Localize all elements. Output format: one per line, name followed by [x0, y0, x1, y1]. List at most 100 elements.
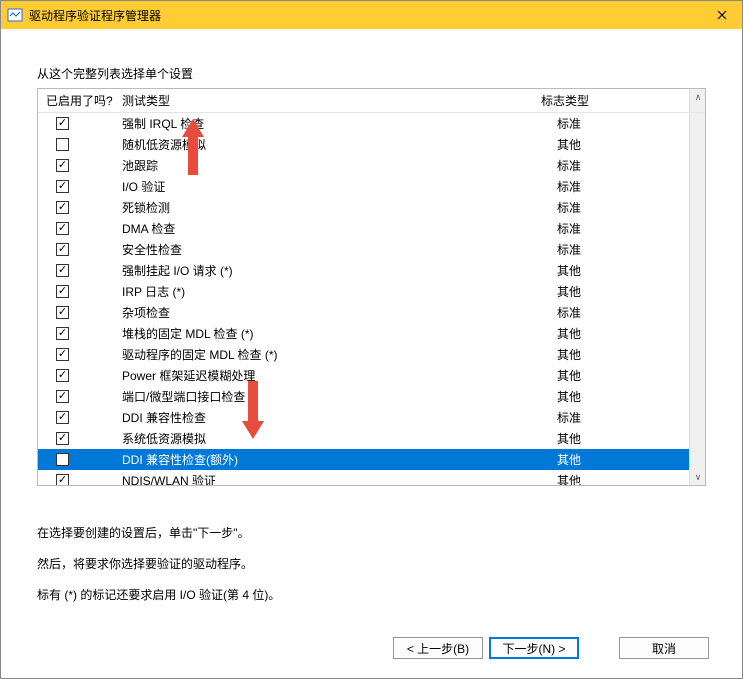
row-flag-type: 其他 — [557, 451, 705, 468]
help-line-1: 在选择要创建的设置后，单击"下一步"。 — [37, 518, 706, 549]
table-header: 已启用了吗? 测试类型 标志类型 ∧ — [38, 89, 705, 113]
scrollbar[interactable]: ∧ — [689, 89, 705, 112]
row-test-type: IRP 日志 (*) — [116, 283, 557, 300]
checkbox[interactable]: ✓ — [56, 306, 69, 319]
row-test-type: 随机低资源模拟 — [116, 136, 557, 153]
close-button[interactable] — [702, 1, 742, 29]
table-row[interactable]: ✓ 池跟踪标准 — [38, 155, 705, 176]
row-test-type: 强制 IRQL 检查 — [116, 115, 557, 132]
row-checkbox-cell — [38, 138, 116, 151]
table-row[interactable]: 随机低资源模拟其他 — [38, 134, 705, 155]
checkbox[interactable] — [56, 138, 69, 151]
table-row[interactable]: ✓I/O 验证标准 — [38, 176, 705, 197]
checkbox[interactable] — [56, 453, 69, 466]
checkbox[interactable]: ✓ — [56, 432, 69, 445]
table-row[interactable]: ✓ 死锁检测标准 — [38, 197, 705, 218]
column-test-type[interactable]: 测试类型 — [116, 92, 541, 109]
row-flag-type: 标准 — [557, 241, 705, 258]
row-test-type: I/O 验证 — [116, 178, 557, 195]
checkbox[interactable]: ✓ — [56, 348, 69, 361]
scroll-down-icon[interactable]: ∨ — [690, 469, 705, 485]
help-line-3: 标有 (*) 的标记还要求启用 I/O 验证(第 4 位)。 — [37, 580, 706, 611]
row-checkbox-cell: ✓ — [38, 285, 116, 298]
checkbox[interactable]: ✓ — [56, 243, 69, 256]
row-checkbox-cell: ✓ — [38, 348, 116, 361]
table-row[interactable]: ✓ 杂项检查标准 — [38, 302, 705, 323]
row-flag-type: 标准 — [557, 409, 705, 426]
table-row[interactable]: ✓ NDIS/WLAN 验证其他 — [38, 470, 705, 485]
scrollbar-track[interactable]: ∨ — [689, 113, 705, 485]
row-flag-type: 标准 — [557, 115, 705, 132]
column-enabled[interactable]: 已启用了吗? — [38, 92, 116, 109]
row-checkbox-cell: ✓ — [38, 474, 116, 485]
row-flag-type: 其他 — [557, 367, 705, 384]
row-test-type: NDIS/WLAN 验证 — [116, 472, 557, 485]
table-row[interactable]: ✓ DMA 检查标准 — [38, 218, 705, 239]
checkbox[interactable]: ✓ — [56, 264, 69, 277]
row-flag-type: 标准 — [557, 199, 705, 216]
checkbox[interactable]: ✓ — [56, 327, 69, 340]
table-body: ✓强制 IRQL 检查标准随机低资源模拟其他✓池跟踪标准✓I/O 验证标准✓死锁… — [38, 113, 705, 485]
row-test-type: DDI 兼容性检查(额外) — [116, 451, 557, 468]
row-flag-type: 其他 — [557, 283, 705, 300]
row-checkbox-cell: ✓ — [38, 264, 116, 277]
table-row[interactable]: ✓ DDI 兼容性检查标准 — [38, 407, 705, 428]
row-test-type: 池跟踪 — [116, 157, 557, 174]
table-row[interactable]: ✓ 安全性检查标准 — [38, 239, 705, 260]
help-text: 在选择要创建的设置后，单击"下一步"。 然后，将要求你选择要验证的驱动程序。 标… — [37, 518, 706, 612]
settings-table: 已启用了吗? 测试类型 标志类型 ∧ ✓强制 IRQL 检查标准随机低资源模拟其… — [37, 88, 706, 486]
row-test-type: DMA 检查 — [116, 220, 557, 237]
row-test-type: DDI 兼容性检查 — [116, 409, 557, 426]
checkbox[interactable]: ✓ — [56, 159, 69, 172]
row-checkbox-cell: ✓ — [38, 327, 116, 340]
row-flag-type: 其他 — [557, 136, 705, 153]
table-row[interactable]: ✓驱动程序的固定 MDL 检查 (*)其他 — [38, 344, 705, 365]
help-line-2: 然后，将要求你选择要验证的驱动程序。 — [37, 549, 706, 580]
row-checkbox-cell: ✓ — [38, 159, 116, 172]
row-test-type: 端口/微型端口接口检查 — [116, 388, 557, 405]
scroll-up-icon[interactable]: ∧ — [690, 89, 706, 105]
table-row[interactable]: ✓ IRP 日志 (*)其他 — [38, 281, 705, 302]
row-test-type: 安全性检查 — [116, 241, 557, 258]
checkbox[interactable]: ✓ — [56, 390, 69, 403]
checkbox[interactable]: ✓ — [56, 180, 69, 193]
row-flag-type: 其他 — [557, 430, 705, 447]
row-flag-type: 标准 — [557, 220, 705, 237]
table-row[interactable]: ✓ Power 框架延迟模糊处理其他 — [38, 365, 705, 386]
table-row[interactable]: ✓ 端口/微型端口接口检查其他 — [38, 386, 705, 407]
table-row[interactable]: ✓系统低资源模拟其他 — [38, 428, 705, 449]
row-test-type: 死锁检测 — [116, 199, 557, 216]
row-flag-type: 其他 — [557, 325, 705, 342]
table-row[interactable]: DDI 兼容性检查(额外)其他 — [38, 449, 705, 470]
row-test-type: 杂项检查 — [116, 304, 557, 321]
table-row[interactable]: ✓强制挂起 I/O 请求 (*)其他 — [38, 260, 705, 281]
page-subtitle: 从这个完整列表选择单个设置 — [37, 65, 706, 82]
row-test-type: Power 框架延迟模糊处理 — [116, 367, 557, 384]
checkbox[interactable]: ✓ — [56, 117, 69, 130]
column-flag-type[interactable]: 标志类型 — [541, 92, 689, 109]
content-area: 从这个完整列表选择单个设置 已启用了吗? 测试类型 标志类型 ∧ ✓ 强制 IRQ… — [1, 29, 742, 622]
row-flag-type: 其他 — [557, 262, 705, 279]
row-flag-type: 其他 — [557, 472, 705, 485]
checkbox[interactable]: ✓ — [56, 222, 69, 235]
checkbox[interactable]: ✓ — [56, 285, 69, 298]
row-flag-type: 其他 — [557, 388, 705, 405]
row-flag-type: 其他 — [557, 346, 705, 363]
wizard-buttons: < 上一步(B) 下一步(N) > 取消 — [393, 637, 709, 659]
row-checkbox-cell: ✓ — [38, 306, 116, 319]
row-checkbox-cell: ✓ — [38, 180, 116, 193]
next-button[interactable]: 下一步(N) > — [489, 637, 579, 659]
row-checkbox-cell — [38, 453, 116, 466]
table-row[interactable]: ✓堆栈的固定 MDL 检查 (*)其他 — [38, 323, 705, 344]
checkbox[interactable]: ✓ — [56, 201, 69, 214]
checkbox[interactable]: ✓ — [56, 411, 69, 424]
checkbox[interactable]: ✓ — [56, 369, 69, 382]
row-checkbox-cell: ✓ — [38, 369, 116, 382]
row-flag-type: 标准 — [557, 157, 705, 174]
back-button[interactable]: < 上一步(B) — [393, 637, 483, 659]
checkbox[interactable]: ✓ — [56, 474, 69, 485]
table-row[interactable]: ✓ 强制 IRQL 检查标准 — [38, 113, 705, 134]
cancel-button[interactable]: 取消 — [619, 637, 709, 659]
window-title: 驱动程序验证程序管理器 — [29, 7, 161, 24]
row-flag-type: 标准 — [557, 304, 705, 321]
